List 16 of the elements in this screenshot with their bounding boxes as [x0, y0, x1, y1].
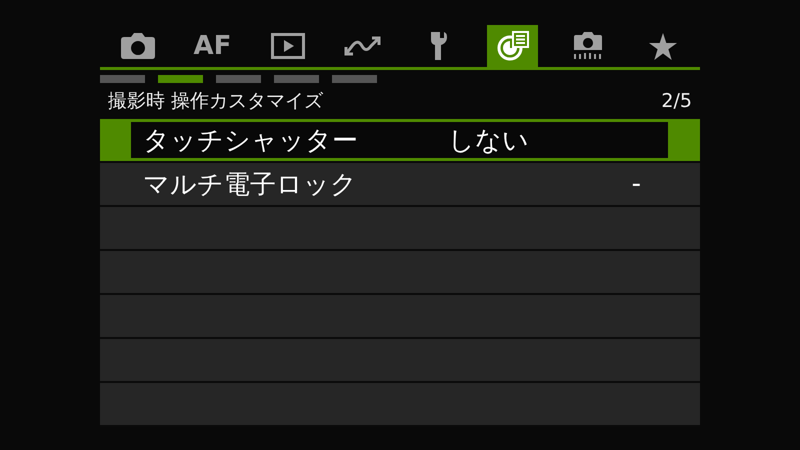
play-icon [270, 33, 304, 59]
wave-icon [342, 34, 382, 58]
camera-icon [120, 33, 154, 59]
camera-icon [572, 32, 602, 60]
menu-tab[interactable] [487, 25, 538, 67]
setting-value: - [630, 169, 642, 199]
menu-row[interactable]: タッチシャッター しない [100, 119, 700, 163]
menu-row[interactable]: マルチ電子ロック - [100, 163, 700, 207]
menu-tab[interactable]: AF [187, 25, 238, 67]
star-icon [648, 32, 676, 60]
setting-label: タッチシャッター [143, 124, 359, 158]
custom-settings-icon [496, 31, 530, 61]
setting-label: マルチ電子ロック [143, 168, 358, 202]
page-number: 2/5 [661, 90, 692, 112]
setting-value: しない [448, 124, 530, 158]
section-title: 撮影時 操作カスタマイズ [108, 89, 324, 114]
